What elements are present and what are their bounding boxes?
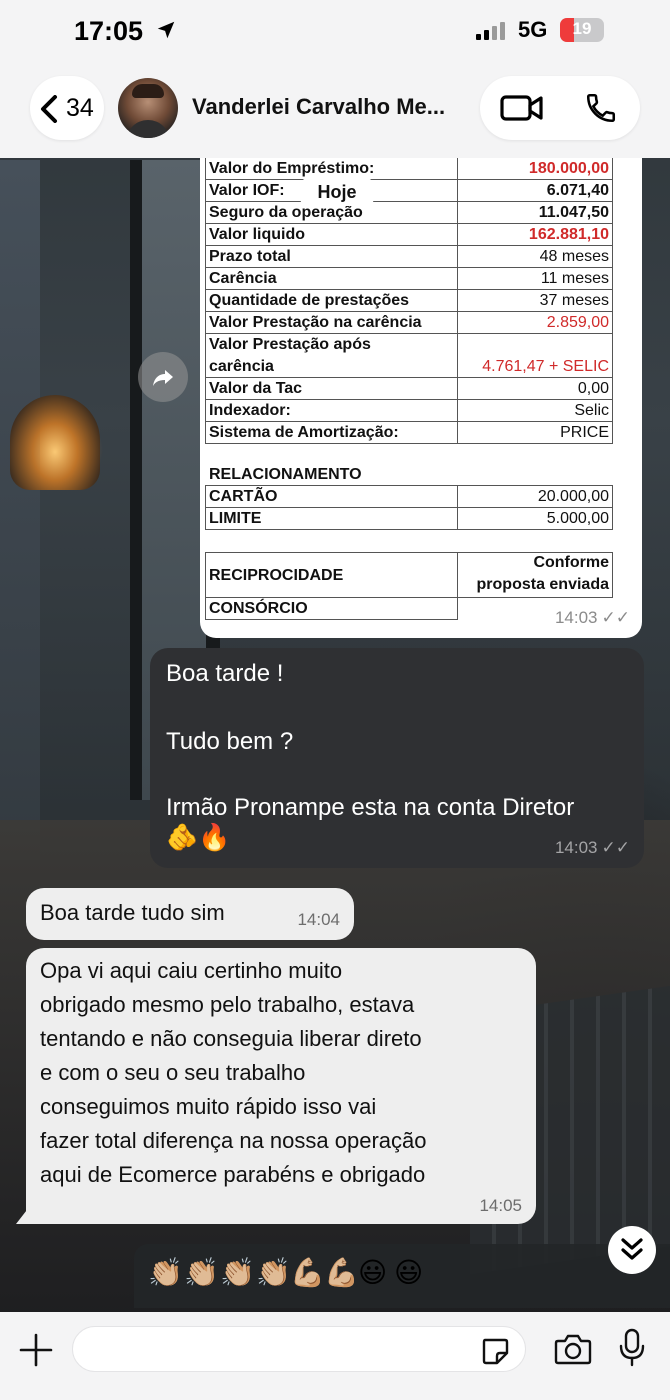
- microphone-icon[interactable]: [618, 1328, 646, 1368]
- message-line: conseguimos muito rápido isso vai: [40, 1094, 377, 1119]
- contact-name[interactable]: Vanderlei Carvalho Me...: [192, 94, 445, 120]
- table-row: Sistema de Amortização: PRICE: [205, 422, 613, 444]
- message-text: Boa tarde tudo sim: [40, 900, 225, 925]
- message-line: e com o seu o seu trabalho: [40, 1060, 306, 1085]
- message-composer: [0, 1312, 670, 1400]
- chat-header: 34 Vanderlei Carvalho Me...: [0, 62, 670, 158]
- table-row: Quantidade de prestações 37 meses: [205, 290, 613, 312]
- battery-icon: 19: [560, 18, 604, 42]
- outgoing-message[interactable]: Boa tarde ! Tudo bem ? Irmão Pronampe es…: [150, 648, 644, 868]
- message-line: fazer total diferença na nossa operação: [40, 1128, 427, 1153]
- message-line: tentando e não conseguia liberar direto: [40, 1026, 422, 1051]
- camera-icon[interactable]: [554, 1332, 592, 1366]
- message-line: aqui de Ecomerce parabéns e obrigado: [40, 1162, 426, 1187]
- table-row: Valor Prestação após carência 4.761,47 +…: [205, 334, 613, 378]
- double-chevron-down-icon: [621, 1238, 643, 1260]
- incoming-message[interactable]: Opa vi aqui caiu certinho muito obrigado…: [26, 948, 536, 1224]
- message-input[interactable]: [72, 1326, 526, 1372]
- table-row: Valor liquido 162.881,10: [205, 224, 613, 246]
- clap-emoji: 👏🏼: [148, 1257, 183, 1288]
- image-message[interactable]: Valor do Empréstimo: 180.000,00 Valor IOF…: [200, 158, 642, 638]
- clap-emoji: 👏🏼: [256, 1257, 291, 1288]
- date-chip: Hoje: [300, 178, 374, 206]
- status-time: 17:05: [74, 16, 144, 46]
- video-call-icon[interactable]: [500, 94, 544, 122]
- unread-count: 34: [66, 94, 94, 122]
- message-emoji: 🫵🔥: [166, 822, 231, 852]
- clap-emoji: 👏🏼: [220, 1257, 255, 1288]
- table-row: CARTÃO 20.000,00: [205, 486, 613, 508]
- message-time: 14:03 ✓✓: [554, 608, 631, 627]
- smiley-emoji: 😃: [358, 1257, 388, 1288]
- status-bar: 17:05 5G 19: [0, 0, 670, 62]
- avatar-hair: [132, 84, 164, 98]
- wallpaper-window-left: [0, 160, 40, 860]
- message-time: 14:05: [479, 1196, 522, 1215]
- smiley-emoji: 😃: [394, 1257, 424, 1288]
- message-line: Boa tarde !: [166, 660, 284, 687]
- table-row: Indexador: Selic: [205, 400, 613, 422]
- read-receipt-icon: ✓✓: [601, 608, 631, 627]
- message-time: 14:03 ✓✓: [554, 838, 631, 857]
- read-receipt-icon: ✓✓: [601, 838, 631, 857]
- bubble-tail: [16, 1206, 30, 1224]
- table-row: CONSÓRCIO: [205, 598, 458, 620]
- back-button[interactable]: 34: [30, 76, 104, 140]
- avatar[interactable]: [118, 78, 178, 138]
- cellular-signal-icon: [476, 22, 505, 40]
- message-line: Opa vi aqui caiu certinho muito: [40, 958, 343, 983]
- sticker-icon[interactable]: [480, 1336, 510, 1366]
- emoji-message[interactable]: 👏🏼 👏🏼 👏🏼 👏🏼 💪🏼 💪🏼 😃 😃: [134, 1244, 670, 1308]
- table-row: Valor Prestação na carência 2.859,00: [205, 312, 613, 334]
- table-row: Seguro da operação 11.047,50: [205, 202, 613, 224]
- wallpaper-lamp: [10, 395, 100, 490]
- flexed-bicep-emoji: 💪🏼: [290, 1257, 325, 1288]
- network-type: 5G: [518, 17, 548, 42]
- message-line: Tudo bem ?: [166, 728, 294, 755]
- table-row: RECIPROCIDADE Conforme proposta enviada: [205, 552, 613, 598]
- message-time: 14:04: [297, 910, 340, 929]
- chevron-left-icon: [41, 95, 57, 123]
- table-row: Prazo total 48 meses: [205, 246, 613, 268]
- flexed-bicep-emoji: 💪🏼: [324, 1257, 359, 1288]
- incoming-message[interactable]: Boa tarde tudo sim 14:04: [26, 888, 354, 940]
- table-row: Carência 11 meses: [205, 268, 613, 290]
- location-arrow-icon: [157, 21, 175, 39]
- clap-emoji: 👏🏼: [184, 1257, 219, 1288]
- table-row: LIMITE 5.000,00: [205, 508, 613, 530]
- section-title: RELACIONAMENTO: [205, 464, 613, 486]
- table-row: Valor do Empréstimo: 180.000,00: [205, 158, 613, 180]
- forward-button[interactable]: [138, 352, 188, 402]
- message-line: obrigado mesmo pelo trabalho, estava: [40, 992, 415, 1017]
- forward-arrow-icon: [153, 370, 173, 386]
- table-row: Valor da Tac 0,00: [205, 378, 613, 400]
- avatar-shirt: [126, 120, 170, 138]
- plus-icon[interactable]: [18, 1332, 54, 1368]
- phone-call-icon[interactable]: [584, 91, 618, 125]
- scroll-to-bottom-button[interactable]: [608, 1226, 656, 1274]
- call-actions: [480, 76, 640, 140]
- message-line: Irmão Pronampe esta na conta Diretor: [166, 794, 575, 821]
- battery-percent: 19: [572, 19, 592, 38]
- table-row: Valor IOF: 6.071,40: [205, 180, 613, 202]
